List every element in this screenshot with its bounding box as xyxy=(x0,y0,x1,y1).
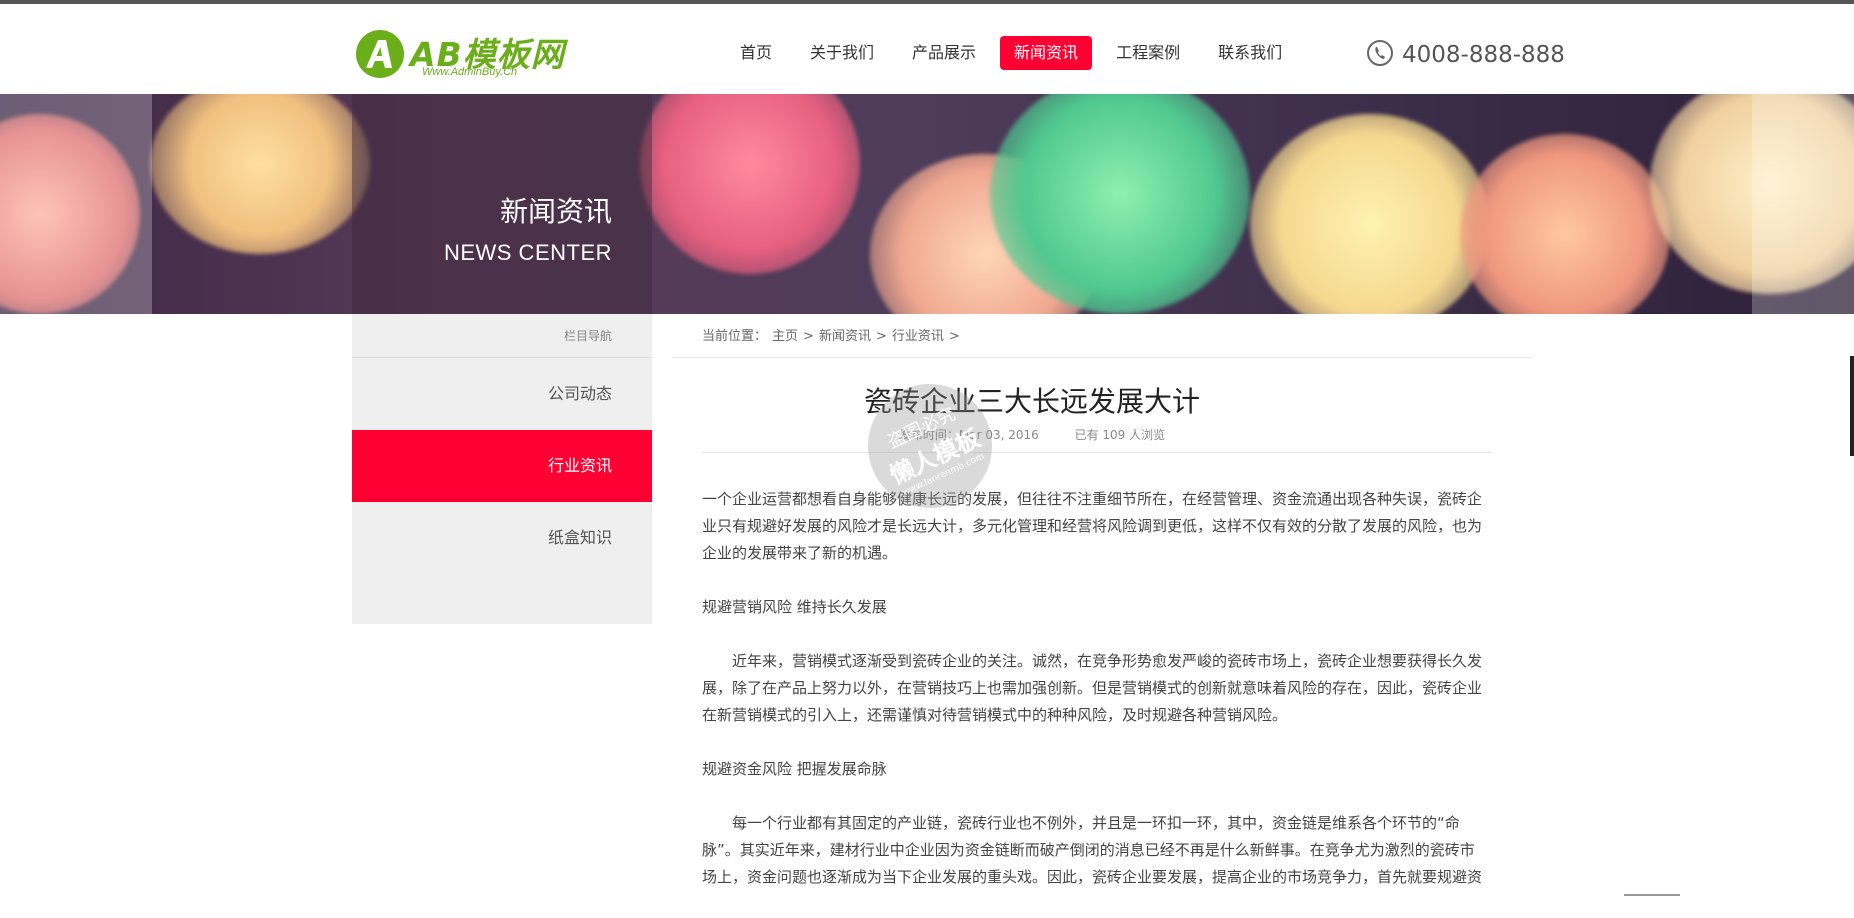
article-content: 当前位置： 主页 > 新闻资讯 > 行业资讯 > 瓷砖企业三大长远发展大计 发布… xyxy=(672,314,1532,886)
article-body: 一个企业运营都想看自身能够健康长远的发展，但往往不注重细节所在，在经营管理、资金… xyxy=(702,486,1487,918)
category-sidebar: 栏目导航 公司动态 行业资讯 纸盒知识 xyxy=(352,314,652,624)
breadcrumb: 当前位置： 主页 > 新闻资讯 > 行业资讯 > xyxy=(672,314,1532,358)
nav-item-contact[interactable]: 联系我们 xyxy=(1204,36,1296,70)
banner-title-panel: 新闻资讯 NEWS CENTER xyxy=(352,94,652,314)
banner-subtitle: NEWS CENTER xyxy=(443,240,612,265)
main-nav: 首页 关于我们 产品展示 新闻资讯 工程案例 联系我们 xyxy=(726,36,1306,70)
nav-item-products[interactable]: 产品展示 xyxy=(898,36,990,70)
page-banner: 新闻资讯 NEWS CENTER xyxy=(0,94,1854,314)
nav-item-news[interactable]: 新闻资讯 xyxy=(1000,36,1093,70)
site-header: AB模板网 Www.AdminBuy.Cn 首页 关于我们 产品展示 新闻资讯 … xyxy=(0,4,1854,94)
breadcrumb-separator: > xyxy=(948,329,960,344)
banner-left-fade xyxy=(0,94,152,314)
article-title: 瓷砖企业三大长远发展大计 xyxy=(863,385,1200,418)
article-subheading: 规避营销风险 维持长久发展 xyxy=(702,598,887,616)
phone-contact: 4008-888-888 xyxy=(1366,38,1565,72)
article-paragraph: 近年来，营销模式逐渐受到瓷砖企业的关注。诚然，在竞争形势愈发严峻的瓷砖市场上，瓷… xyxy=(702,652,1483,724)
sidebar-item-company-news[interactable]: 公司动态 xyxy=(352,358,652,430)
nav-item-home[interactable]: 首页 xyxy=(726,36,786,70)
nav-item-cases[interactable]: 工程案例 xyxy=(1102,36,1194,70)
breadcrumb-link-industry[interactable]: 行业资讯 xyxy=(892,314,944,357)
banner-title: 新闻资讯 xyxy=(499,195,612,228)
article-paragraph: 一个企业运营都想看自身能够健康长远的发展，但往往不注重细节所在，在经营管理、资金… xyxy=(702,490,1483,562)
sidebar-item-industry-news[interactable]: 行业资讯 xyxy=(352,430,652,502)
article-paragraph: 每一个行业都有其固定的产业链，瓷砖行业也不例外，并且是一环扣一环，其中，资金链是… xyxy=(702,814,1483,886)
logo-mark-icon xyxy=(356,30,404,78)
phone-icon xyxy=(1366,39,1394,71)
article-meta: 发布时间：Mar 03, 2016 已有 109 人浏览 xyxy=(672,426,1392,443)
bokeh-light xyxy=(150,94,370,254)
sidebar-heading: 栏目导航 xyxy=(352,314,652,358)
page-edge-mark xyxy=(1850,356,1854,456)
logo-subtitle: Www.AdminBuy.Cn xyxy=(422,66,518,78)
scroll-indicator xyxy=(1624,894,1680,896)
banner-right-fade xyxy=(1752,94,1854,314)
bokeh-light xyxy=(1250,114,1490,314)
breadcrumb-prefix: 当前位置： xyxy=(702,329,768,344)
nav-item-about[interactable]: 关于我们 xyxy=(796,36,888,70)
bokeh-light xyxy=(1460,134,1670,314)
article-subheading: 规避资金风险 把握发展命脉 xyxy=(702,760,887,778)
bokeh-light xyxy=(640,94,860,274)
breadcrumb-separator: > xyxy=(875,329,887,344)
logo[interactable]: AB模板网 Www.AdminBuy.Cn xyxy=(356,26,566,80)
view-count: 已有 109 人浏览 xyxy=(1074,428,1166,442)
breadcrumb-separator: > xyxy=(803,329,814,344)
phone-number: 4008-888-888 xyxy=(1402,42,1565,68)
breadcrumb-link-home[interactable]: 主页 xyxy=(772,314,798,357)
title-divider xyxy=(702,452,1492,453)
sidebar-item-carton-knowledge[interactable]: 纸盒知识 xyxy=(352,502,652,574)
breadcrumb-link-news[interactable]: 新闻资讯 xyxy=(819,314,871,357)
